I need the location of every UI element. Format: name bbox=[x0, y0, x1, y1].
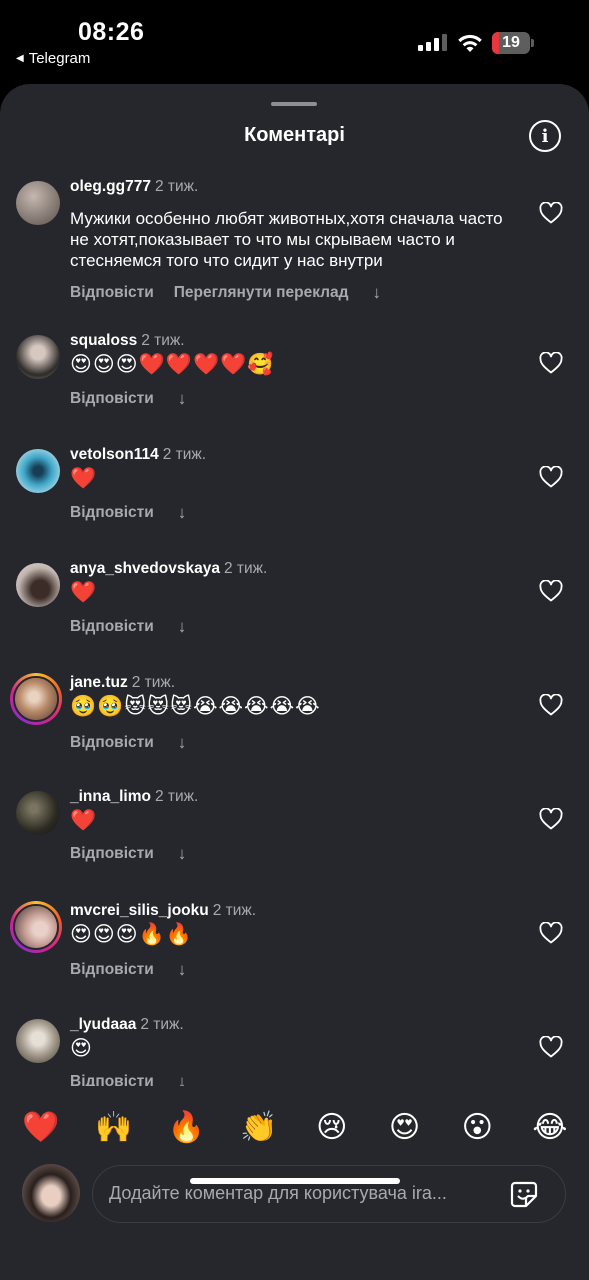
reply-button[interactable]: Відповісти bbox=[70, 618, 154, 636]
back-to-app-button[interactable]: ◀ Telegram bbox=[16, 50, 90, 67]
battery-percent: 19 bbox=[502, 34, 520, 51]
comment-composer bbox=[92, 1165, 566, 1223]
avatar[interactable] bbox=[16, 791, 60, 835]
comment-text: 😍 bbox=[70, 1037, 93, 1060]
like-heart-icon[interactable] bbox=[539, 808, 563, 830]
battery-indicator: 19 bbox=[492, 32, 534, 54]
sticker-icon[interactable] bbox=[509, 1179, 539, 1209]
sheet-grabber[interactable] bbox=[271, 102, 317, 106]
comment-text: ❤️ bbox=[70, 809, 98, 832]
like-heart-icon[interactable] bbox=[539, 694, 563, 716]
comment-age: 2 тиж. bbox=[140, 1016, 184, 1033]
reaction-heart-button[interactable]: ❤️ bbox=[22, 1110, 60, 1145]
comment-text: Мужики особенно любят животных,хотя снач… bbox=[70, 209, 503, 270]
comment-username[interactable]: oleg.gg777 bbox=[70, 178, 151, 195]
expand-replies-icon[interactable]: ↓ bbox=[178, 844, 187, 864]
back-arrow-icon: ◀ bbox=[16, 53, 24, 64]
reply-button[interactable]: Відповісти bbox=[70, 284, 154, 302]
expand-replies-icon[interactable]: ↓ bbox=[178, 960, 187, 980]
comment-username[interactable]: squaloss bbox=[70, 332, 137, 349]
comment-text: ❤️ bbox=[70, 581, 98, 604]
comment-text: 🥹🥹😻😻😻😭😭😭😭😭 bbox=[70, 695, 321, 718]
avatar-image bbox=[16, 1019, 60, 1063]
expand-replies-icon[interactable]: ↓ bbox=[178, 1072, 187, 1086]
comment-username[interactable]: anya_shvedovskaya bbox=[70, 560, 220, 577]
reaction-laughing-button[interactable]: 😂 bbox=[531, 1110, 569, 1145]
avatar-image bbox=[16, 335, 60, 379]
comment-age: 2 тиж. bbox=[162, 446, 207, 463]
wifi-icon bbox=[458, 34, 482, 52]
avatar[interactable] bbox=[16, 563, 60, 607]
reaction-heart-eyes-button[interactable]: 😍 bbox=[386, 1110, 424, 1145]
avatar[interactable] bbox=[16, 335, 60, 379]
like-heart-icon[interactable] bbox=[539, 352, 563, 374]
comment-age: 2 тиж. bbox=[141, 332, 185, 349]
status-time: 08:26 bbox=[78, 18, 145, 46]
avatar-image bbox=[15, 906, 57, 948]
comment-age: 2 тиж. bbox=[154, 788, 199, 805]
expand-replies-icon[interactable]: ↓ bbox=[178, 389, 187, 409]
avatar-image bbox=[15, 678, 57, 720]
avatar-story-ring[interactable] bbox=[10, 673, 62, 725]
reaction-clap-button[interactable]: 👏 bbox=[240, 1110, 278, 1145]
reply-button[interactable]: Відповісти bbox=[70, 734, 154, 752]
comment-username[interactable]: mvcrei_silis_jooku bbox=[70, 902, 209, 919]
avatar-story-ring[interactable] bbox=[10, 901, 62, 953]
comment-username[interactable]: _inna_limo bbox=[70, 788, 151, 805]
reply-button[interactable]: Відповісти bbox=[70, 845, 154, 863]
comment-age: 2 тиж. bbox=[131, 674, 176, 691]
comments-sheet: Коментарі i oleg.gg777 2 тиж. Мужики особ… bbox=[0, 84, 589, 1280]
comment-username[interactable]: jane.tuz bbox=[70, 674, 128, 691]
reply-button[interactable]: Відповісти bbox=[70, 504, 154, 522]
reaction-fire-button[interactable]: 🔥 bbox=[167, 1110, 205, 1145]
reply-button[interactable]: Відповісти bbox=[70, 961, 154, 979]
like-heart-icon[interactable] bbox=[539, 922, 563, 944]
comment-text: 😍😍😍❤️❤️❤️❤️🥰 bbox=[70, 353, 275, 376]
home-indicator[interactable] bbox=[190, 1178, 400, 1184]
back-app-label: Telegram bbox=[28, 50, 91, 67]
info-icon[interactable]: i bbox=[529, 120, 561, 152]
see-translation-button[interactable]: Переглянути переклад bbox=[174, 284, 349, 302]
avatar[interactable] bbox=[16, 449, 60, 493]
cellular-signal-icon bbox=[418, 34, 447, 51]
comment-input[interactable] bbox=[109, 1166, 499, 1221]
comment-username[interactable]: _lyudaaa bbox=[70, 1016, 136, 1033]
reaction-surprised-button[interactable]: 😮 bbox=[458, 1110, 496, 1145]
comment-text: 😍😍😍🔥🔥 bbox=[70, 923, 193, 946]
current-user-avatar bbox=[22, 1164, 80, 1222]
sheet-title: Коментарі bbox=[244, 124, 345, 146]
comment-age: 2 тиж. bbox=[212, 902, 257, 919]
quick-reactions-bar: ❤️ 🙌 🔥 👏 😢 😍 😮 😂 bbox=[0, 1092, 589, 1162]
avatar-image bbox=[16, 791, 60, 835]
like-heart-icon[interactable] bbox=[539, 202, 563, 224]
comment-age: 2 тиж. bbox=[154, 178, 199, 195]
avatar-image bbox=[16, 181, 60, 225]
comment-text: ❤️ bbox=[70, 467, 98, 490]
status-bar: 08:26 ◀ Telegram 19 bbox=[0, 0, 589, 84]
expand-replies-icon[interactable]: ↓ bbox=[178, 503, 187, 523]
comment-age: 2 тиж. bbox=[223, 560, 268, 577]
like-heart-icon[interactable] bbox=[539, 466, 563, 488]
reaction-raised-hands-button[interactable]: 🙌 bbox=[95, 1110, 133, 1145]
reaction-crying-button[interactable]: 😢 bbox=[313, 1110, 351, 1145]
avatar-image bbox=[22, 1164, 80, 1222]
comments-list[interactable]: oleg.gg777 2 тиж. Мужики особенно любят ж… bbox=[0, 172, 589, 1086]
expand-replies-icon[interactable]: ↓ bbox=[178, 617, 187, 637]
comment-username[interactable]: vetolson114 bbox=[70, 446, 159, 463]
avatar[interactable] bbox=[16, 181, 60, 225]
reply-button[interactable]: Відповісти bbox=[70, 390, 154, 408]
expand-replies-icon[interactable]: ↓ bbox=[372, 283, 381, 303]
avatar[interactable] bbox=[16, 1019, 60, 1063]
like-heart-icon[interactable] bbox=[539, 1036, 563, 1058]
like-heart-icon[interactable] bbox=[539, 580, 563, 602]
expand-replies-icon[interactable]: ↓ bbox=[178, 733, 187, 753]
avatar-image bbox=[16, 449, 60, 493]
reply-button[interactable]: Відповісти bbox=[70, 1073, 154, 1086]
avatar-image bbox=[16, 563, 60, 607]
